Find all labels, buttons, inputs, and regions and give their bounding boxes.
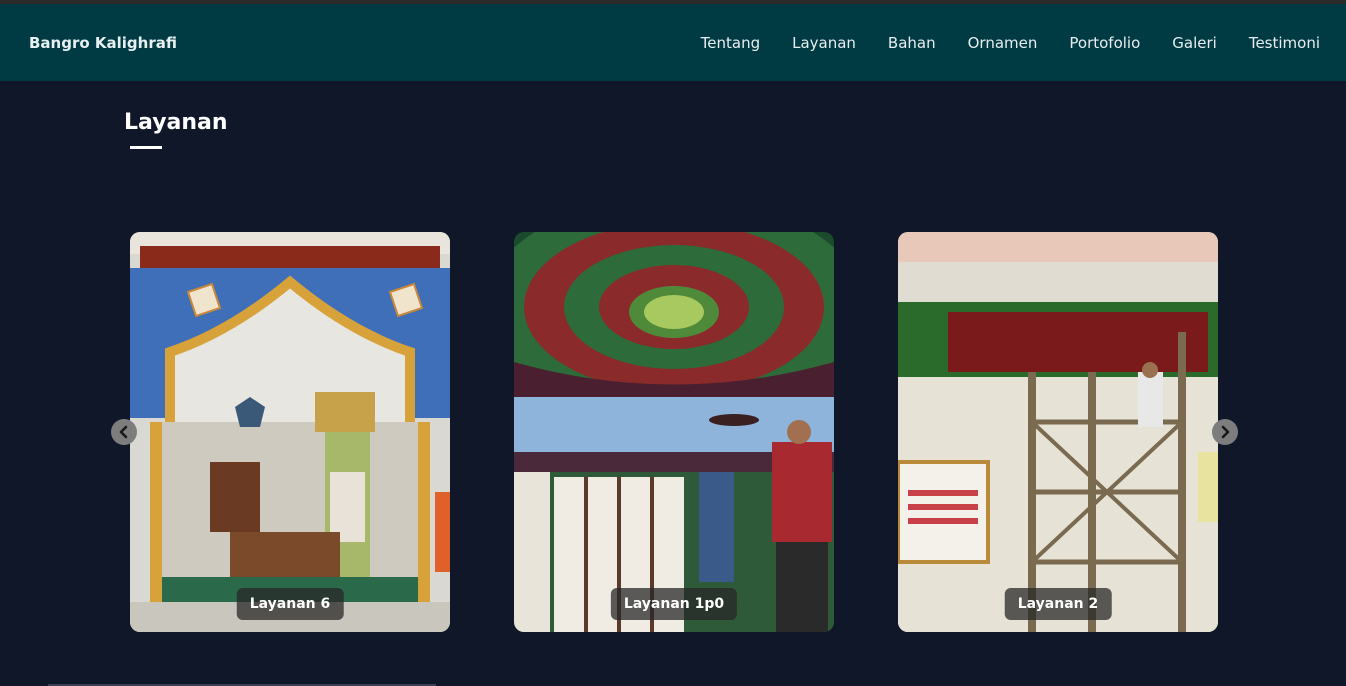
nav-menu: Tentang Layanan Bahan Ornamen Portofolio… [669,34,1320,52]
service-card-2[interactable]: Layanan 1p0 [514,232,834,632]
nav-link-portofolio[interactable]: Portofolio [1069,34,1140,52]
title-underline [130,146,162,149]
card-label: Layanan 1p0 [610,588,738,620]
card-label: Layanan 2 [1004,588,1112,620]
card-image-scaffolding [898,232,1218,632]
nav-link-tentang[interactable]: Tentang [701,34,760,52]
carousel-next-button[interactable] [1212,419,1238,445]
section-title: Layanan [124,110,228,135]
nav-link-bahan[interactable]: Bahan [888,34,936,52]
service-card-3[interactable]: Layanan 2 [898,232,1218,632]
chevron-right-icon [1221,425,1230,439]
carousel-prev-button[interactable] [111,419,137,445]
chevron-left-icon [119,425,128,439]
nav-link-galeri[interactable]: Galeri [1172,34,1217,52]
brand-logo-text[interactable]: Bangro Kalighrafi [29,34,177,52]
card-image-dome-ceiling [514,232,834,632]
card-image-mihrab [130,232,450,632]
card-label: Layanan 6 [236,588,344,620]
navbar: Bangro Kalighrafi Tentang Layanan Bahan … [0,4,1346,81]
nav-link-testimoni[interactable]: Testimoni [1249,34,1320,52]
nav-link-layanan[interactable]: Layanan [792,34,856,52]
service-card-1[interactable]: Layanan 6 [130,232,450,632]
nav-link-ornamen[interactable]: Ornamen [968,34,1038,52]
